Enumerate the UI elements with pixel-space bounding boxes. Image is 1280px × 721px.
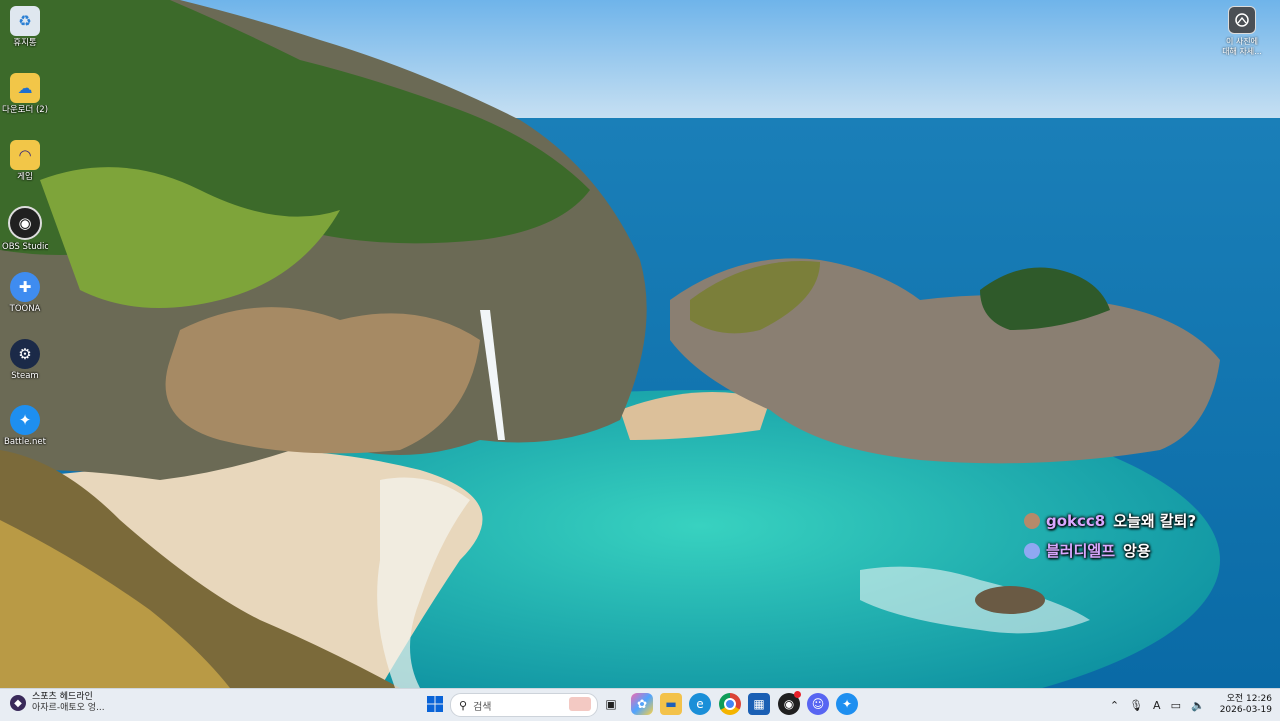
clock-date: 2026-03-19	[1219, 705, 1272, 715]
obs-icon: ◉	[8, 206, 42, 240]
battlenet-icon: ✦	[10, 405, 40, 435]
chat-text: 오늘왜 칼퇴?	[1113, 512, 1197, 530]
edge-button[interactable]: e	[689, 693, 711, 715]
ime-indicator[interactable]: A	[1153, 699, 1161, 712]
recycle-bin-icon: ♻	[10, 6, 40, 36]
store-button[interactable]: ▦	[748, 693, 770, 715]
clock[interactable]: 오전 12:26 2026-03-19	[1220, 694, 1272, 716]
battlenet-icon: ✦	[841, 697, 853, 711]
folder-icon: ◠	[10, 140, 40, 170]
desktop-icon-label: OBS Studio	[2, 242, 48, 252]
desktop-icon-label: Battle.net	[4, 437, 46, 447]
start-button[interactable]	[424, 693, 446, 715]
desktop-icon-downloads[interactable]: ☁ 다운로더 (2)	[2, 73, 48, 115]
chrome-icon	[724, 698, 736, 710]
system-tray: ⌃ 🎙 A ▭ 🔈 오전 12:26 2026-03-19	[1105, 691, 1272, 719]
news-title: 스포츠 헤드라인	[32, 692, 93, 702]
copilot-button[interactable]: ✿	[631, 693, 653, 715]
battlenet-taskbar-button[interactable]: ✦	[836, 693, 858, 715]
desktop-icon-obs[interactable]: ◉ OBS Studio	[2, 206, 48, 252]
chat-text: 앙용	[1123, 542, 1151, 560]
network-icon[interactable]: ▭	[1171, 699, 1181, 712]
edge-icon: e	[696, 697, 704, 711]
copilot-icon: ✿	[636, 697, 648, 711]
obs-icon: ◉	[783, 697, 795, 711]
chrome-button[interactable]	[719, 693, 741, 715]
chevron-up-icon[interactable]: ⌃	[1110, 699, 1119, 712]
taskbar-search-box[interactable]: ⚲ 검색	[450, 693, 598, 717]
steam-icon: ⚙	[10, 339, 40, 369]
clock-time: 오전 12:26	[1226, 694, 1272, 704]
file-explorer-button[interactable]: ▬	[660, 693, 682, 715]
chat-username: 블러디엘프	[1046, 542, 1116, 560]
desktop-wallpaper	[0, 0, 1280, 688]
volume-icon[interactable]: 🔈	[1191, 699, 1205, 712]
taskbar: ◆ 스포츠 헤드라인 아자르-애토오 엉... ⚲ 검색 ▣ ✿ ▬ e ▦ ◉…	[0, 688, 1280, 721]
news-widget[interactable]: ◆ 스포츠 헤드라인 아자르-애토오 엉...	[10, 692, 105, 714]
chat-message: 블러디엘프 앙용	[1024, 540, 1151, 561]
search-icon: ⚲	[459, 698, 468, 712]
chat-message: gokcc8 오늘왜 칼퇴?	[1024, 510, 1196, 531]
desktop-icon-label: 다운로더 (2)	[2, 105, 48, 115]
chat-username: gokcc8	[1046, 511, 1106, 530]
discord-button[interactable]: ☺	[807, 693, 829, 715]
news-icon: ◆	[10, 695, 26, 711]
camera-icon	[1228, 6, 1256, 34]
widget-label-line2: 대해 자세...	[1222, 47, 1262, 56]
task-view-icon: ▣	[605, 697, 617, 711]
obs-taskbar-button[interactable]: ◉	[778, 691, 801, 715]
desktop-icon-label: Steam	[11, 371, 39, 381]
search-placeholder: 검색	[473, 701, 492, 713]
file-explorer-icon: ▬	[665, 697, 677, 711]
store-icon: ▦	[753, 697, 765, 711]
desktop-icon-games[interactable]: ◠ 게임	[2, 140, 48, 182]
microphone-icon[interactable]: 🎙	[1129, 699, 1143, 712]
desktop-icon-toona[interactable]: ✚ TOONA	[2, 272, 48, 314]
toona-icon: ✚	[10, 272, 40, 302]
desktop-icon-steam[interactable]: ⚙ Steam	[2, 339, 48, 381]
search-highlight-icon	[569, 697, 591, 711]
desktop-icon-label: TOONA	[9, 304, 41, 314]
user-avatar	[1024, 512, 1040, 529]
news-subtitle: 아자르-애토오 엉...	[32, 703, 105, 713]
discord-icon: ☺	[811, 697, 825, 711]
learn-about-picture-widget[interactable]: 이 사진에 대해 자세...	[1214, 6, 1270, 57]
windows-logo-icon	[427, 696, 443, 712]
widget-label-line1: 이 사진에	[1226, 37, 1258, 46]
user-avatar	[1024, 542, 1040, 559]
desktop-icon-label: 게임	[17, 172, 33, 182]
desktop-icon-battlenet[interactable]: ✦ Battle.net	[2, 405, 48, 447]
recording-badge	[794, 691, 801, 698]
folder-icon: ☁	[10, 73, 40, 103]
desktop-icon-label: 휴지통	[13, 38, 37, 48]
desktop-icon-recycle-bin[interactable]: ♻ 휴지통	[2, 6, 48, 48]
task-view-button[interactable]: ▣	[600, 693, 622, 715]
